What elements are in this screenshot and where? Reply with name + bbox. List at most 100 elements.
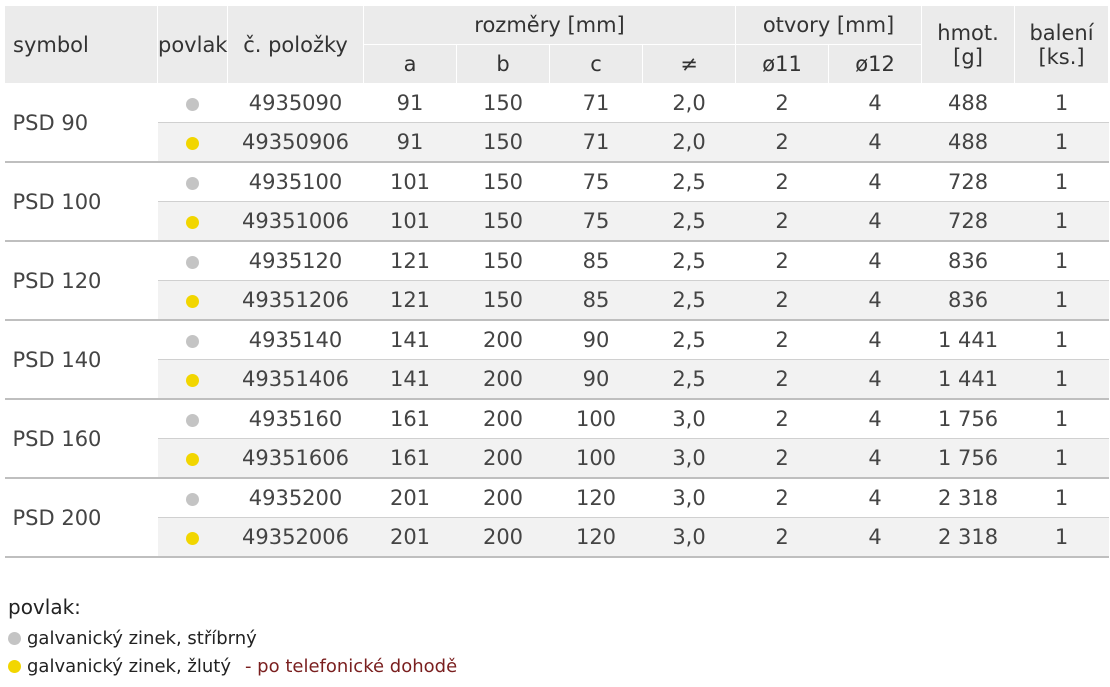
dim-a-cell: 201 (363, 478, 457, 518)
dim-b-cell: 150 (456, 83, 550, 123)
dim-b-cell: 150 (456, 201, 550, 242)
silver-dot-icon (8, 632, 21, 645)
yellow-dot-icon (8, 660, 21, 673)
holes-11-cell: 2 (735, 83, 829, 123)
holes-11-cell: 2 (735, 162, 829, 202)
weight-cell: 836 (921, 241, 1015, 281)
legend-yellow-note: - po telefonické dohodě (244, 656, 458, 677)
header-holes: otvory [mm] (735, 5, 923, 45)
dim-a-cell: 141 (363, 320, 457, 360)
dim-c-cell: 120 (549, 478, 643, 518)
header-packing: balení [ks.] (1014, 5, 1110, 84)
product-symbol: PSD 100 (4, 162, 158, 242)
legend-silver-label: galvanický zinek, stříbrný (27, 628, 257, 649)
thickness-cell: 3,0 (642, 399, 736, 439)
header-weight: hmot. [g] (921, 5, 1016, 84)
dim-c-cell: 120 (549, 517, 643, 558)
coating-cell (157, 83, 228, 123)
item-number-cell: 4935120 (227, 241, 364, 281)
yellow-dot-icon (186, 136, 199, 150)
holes-12-cell: 4 (828, 162, 922, 202)
thickness-cell: 3,0 (642, 517, 736, 558)
dim-b-cell: 150 (456, 162, 550, 202)
coating-cell (157, 162, 228, 202)
holes-11-cell: 2 (735, 241, 829, 281)
product-symbol: PSD 160 (4, 399, 158, 479)
product-symbol: PSD 90 (4, 83, 158, 163)
item-number-cell: 4935090 (227, 83, 364, 123)
header-item-number: č. položky (227, 5, 364, 84)
packing-cell: 1 (1014, 83, 1109, 123)
table-body: PSD 90 4935090 91 150 71 2,0 2 4 488 1 49350906 91 1… (4, 83, 1109, 558)
dim-a-cell: 161 (363, 399, 457, 439)
packing-cell: 1 (1014, 241, 1109, 281)
table-row: PSD 90 4935090 91 150 71 2,0 2 4 488 1 (4, 83, 1109, 163)
holes-11-cell: 2 (735, 438, 829, 479)
table-row: PSD 100 4935100 101 150 75 2,5 2 4 728 1 (4, 162, 1109, 242)
header-dim-a: a (363, 44, 457, 84)
dim-b-cell: 200 (456, 399, 550, 439)
table-row: 49352006 201 200 120 3,0 2 4 2 318 1 (5, 517, 1109, 558)
table-row: 49351206 121 150 85 2,5 2 4 836 1 (5, 280, 1109, 321)
item-number-cell: 49351206 (227, 280, 364, 321)
dim-a-cell: 121 (363, 280, 457, 321)
dim-b-cell: 200 (456, 359, 550, 400)
weight-cell: 1 756 (921, 438, 1015, 479)
coating-cell (157, 399, 228, 439)
product-symbol: PSD 140 (4, 320, 158, 400)
yellow-dot-icon (186, 373, 199, 387)
thickness-cell: 2,5 (642, 162, 736, 202)
coating-cell (157, 241, 228, 281)
holes-11-cell: 2 (735, 399, 829, 439)
holes-11-cell: 2 (735, 320, 829, 360)
header-hole-12: ø12 (828, 44, 923, 84)
dim-c-cell: 90 (549, 320, 643, 360)
dim-a-cell: 91 (363, 122, 457, 163)
header-dimensions: rozměry [mm] (362, 5, 737, 45)
dim-a-cell: 101 (363, 201, 457, 242)
coating-cell (157, 320, 228, 360)
dim-b-cell: 150 (456, 241, 550, 281)
packing-cell: 1 (1014, 122, 1109, 163)
product-symbol: PSD 120 (4, 241, 158, 321)
table-row: PSD 200 4935200 201 200 120 3,0 2 4 2 318 1 (4, 478, 1109, 558)
packing-cell: 1 (1014, 320, 1109, 360)
thickness-cell: 2,5 (642, 280, 736, 321)
weight-cell: 728 (921, 162, 1015, 202)
item-number-cell: 49351006 (227, 201, 364, 242)
holes-11-cell: 2 (735, 201, 829, 242)
thickness-cell: 2,0 (642, 122, 736, 163)
holes-11-cell: 2 (735, 517, 829, 558)
item-number-cell: 4935200 (227, 478, 364, 518)
holes-12-cell: 4 (828, 201, 922, 242)
silver-dot-icon (186, 176, 199, 190)
item-number-cell: 49352006 (227, 517, 364, 558)
dim-c-cell: 100 (549, 438, 643, 479)
dim-c-cell: 85 (549, 241, 643, 281)
holes-12-cell: 4 (828, 438, 922, 479)
header-thickness: ≠ (641, 44, 737, 84)
holes-12-cell: 4 (828, 83, 922, 123)
holes-12-cell: 4 (828, 280, 922, 321)
yellow-dot-icon (186, 452, 199, 466)
table-row: 49351406 141 200 90 2,5 2 4 1 441 1 (5, 359, 1109, 400)
holes-12-cell: 4 (828, 359, 922, 400)
legend-yellow-label: galvanický zinek, žlutý (27, 656, 231, 677)
header-hole-11: ø11 (735, 44, 830, 84)
item-number-cell: 49351606 (227, 438, 364, 479)
packing-cell: 1 (1014, 359, 1109, 400)
dim-a-cell: 91 (363, 83, 457, 123)
packing-cell: 1 (1014, 280, 1109, 321)
table-row: PSD 120 4935120 121 150 85 2,5 2 4 836 1 (4, 241, 1109, 321)
weight-cell: 1 441 (921, 320, 1015, 360)
thickness-cell: 2,5 (642, 241, 736, 281)
packing-cell: 1 (1014, 399, 1109, 439)
header-symbol: symbol (4, 5, 158, 84)
dim-c-cell: 75 (549, 201, 643, 242)
weight-cell: 1 441 (921, 359, 1015, 400)
holes-12-cell: 4 (828, 241, 922, 281)
holes-12-cell: 4 (828, 517, 922, 558)
packing-cell: 1 (1014, 517, 1109, 558)
weight-cell: 488 (921, 83, 1015, 123)
coating-cell (157, 438, 228, 479)
